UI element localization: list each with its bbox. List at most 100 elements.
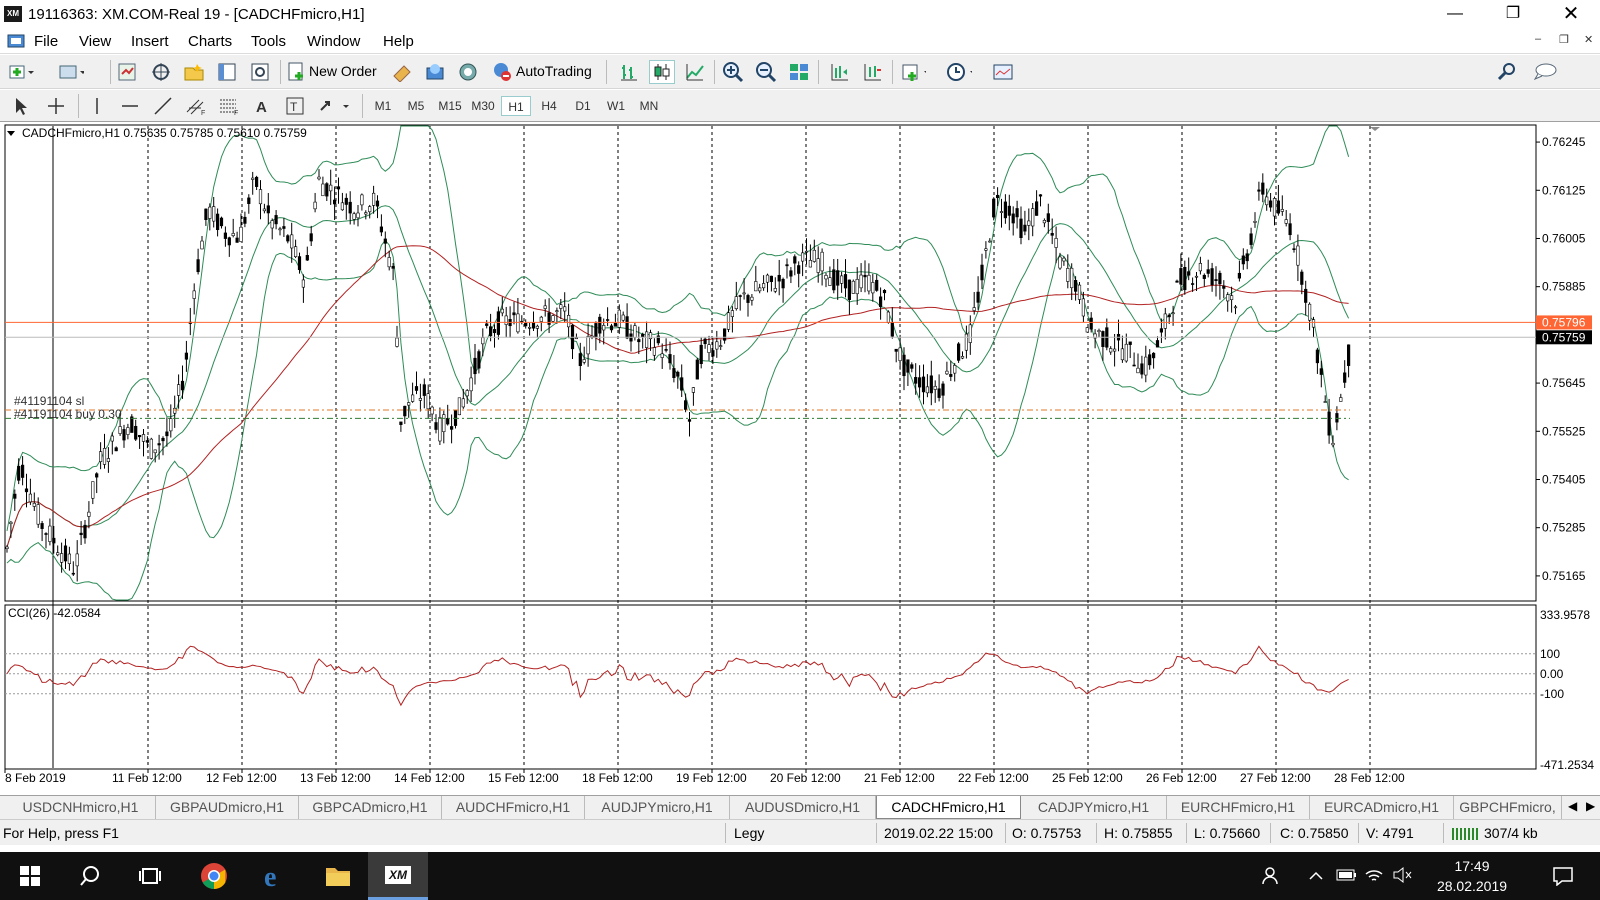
- tab-scroll-left-icon[interactable]: ◀: [1568, 799, 1577, 813]
- templates-icon[interactable]: [992, 60, 1018, 84]
- market-watch-icon[interactable]: [114, 60, 140, 84]
- taskbar-time[interactable]: 17:49: [1442, 858, 1502, 874]
- wifi-icon[interactable]: [1364, 866, 1384, 887]
- tab-audjpymicro[interactable]: AUDJPYmicro,H1: [585, 796, 730, 819]
- mdi-restore-icon[interactable]: ❐: [1559, 33, 1569, 46]
- chat-icon[interactable]: [1532, 60, 1558, 84]
- autotrading-button[interactable]: AutoTrading: [516, 63, 592, 79]
- chrome-icon[interactable]: [184, 852, 244, 900]
- candle-body: [769, 275, 773, 282]
- timeframe-w1[interactable]: W1: [601, 96, 631, 116]
- task-view-icon[interactable]: [120, 852, 180, 900]
- tab-gbpchfmicro[interactable]: GBPCHFmicro,: [1454, 796, 1562, 819]
- timeframe-mn[interactable]: MN: [634, 96, 664, 116]
- minimize-button[interactable]: —: [1432, 0, 1478, 29]
- menu-insert[interactable]: Insert: [131, 33, 169, 50]
- tab-gbpaudmicro[interactable]: GBPAUDmicro,H1: [156, 796, 299, 819]
- tray-chevron-up-icon[interactable]: [1308, 868, 1324, 884]
- channel-icon[interactable]: F: [183, 94, 209, 118]
- tab-eurchfmicro[interactable]: EURCHFmicro,H1: [1167, 796, 1310, 819]
- timeframe-d1[interactable]: D1: [568, 96, 598, 116]
- candle-body: [278, 228, 282, 231]
- timeframe-m15[interactable]: M15: [435, 96, 465, 116]
- tab-audusdmicro[interactable]: AUDUSDmicro,H1: [730, 796, 876, 819]
- candle-body: [317, 176, 321, 180]
- line-chart-icon[interactable]: [682, 60, 708, 84]
- candle-body: [941, 383, 945, 396]
- menu-file[interactable]: File: [34, 33, 58, 50]
- vertical-line-icon[interactable]: [84, 94, 110, 118]
- fibonacci-icon[interactable]: F: [216, 94, 242, 118]
- close-button[interactable]: ✕: [1548, 0, 1594, 29]
- market-icon[interactable]: [455, 60, 481, 84]
- text-icon[interactable]: A: [249, 94, 275, 118]
- mdi-close-icon[interactable]: ✕: [1584, 33, 1593, 46]
- candle-body: [945, 370, 949, 375]
- tab-gbpcadmicro[interactable]: GBPCADmicro,H1: [299, 796, 442, 819]
- edge-icon[interactable]: e: [246, 852, 306, 900]
- tab-cadjpymicro[interactable]: CADJPYmicro,H1: [1021, 796, 1167, 819]
- data-window-icon[interactable]: [148, 60, 174, 84]
- new-chart-icon[interactable]: [8, 60, 34, 84]
- signals-icon[interactable]: [422, 60, 448, 84]
- search-icon[interactable]: [1494, 60, 1520, 84]
- arrows-icon[interactable]: [315, 94, 355, 118]
- menu-view[interactable]: View: [79, 33, 111, 50]
- bar-chart-icon[interactable]: [616, 60, 642, 84]
- autotrading-icon[interactable]: [488, 60, 514, 84]
- tab-eurcadmicro[interactable]: EURCADmicro,H1: [1310, 796, 1454, 819]
- menu-window[interactable]: Window: [307, 33, 360, 50]
- mdi-minimize-icon[interactable]: –: [1535, 33, 1541, 45]
- people-icon[interactable]: [1262, 866, 1282, 889]
- tab-cadchfmicro[interactable]: CADCHFmicro,H1: [876, 796, 1021, 819]
- strategy-tester-icon[interactable]: [247, 60, 273, 84]
- file-explorer-icon[interactable]: [308, 852, 368, 900]
- chart-shift-icon[interactable]: [826, 60, 852, 84]
- menu-charts[interactable]: Charts: [188, 33, 232, 50]
- new-order-icon[interactable]: [284, 60, 310, 84]
- battery-icon[interactable]: [1336, 868, 1358, 885]
- tab-scroll-right-icon[interactable]: ▶: [1586, 799, 1595, 813]
- chart-window[interactable]: 0.76245 0.76125 0.76005 0.75885 0.75645 0.755…: [0, 123, 1600, 785]
- candle-body: [208, 206, 212, 219]
- profiles-icon[interactable]: [58, 60, 84, 84]
- menu-help[interactable]: Help: [383, 33, 414, 50]
- navigator-icon[interactable]: [181, 60, 207, 84]
- volume-muted-icon[interactable]: [1392, 866, 1412, 887]
- crosshair-icon[interactable]: [43, 94, 69, 118]
- tile-windows-icon[interactable]: [786, 60, 812, 84]
- tab-usdcnhmicro[interactable]: USDCNHmicro,H1: [6, 796, 156, 819]
- terminal-icon[interactable]: [214, 60, 240, 84]
- candle-body: [309, 233, 313, 242]
- menu-tools[interactable]: Tools: [251, 33, 286, 50]
- timeframe-m30[interactable]: M30: [468, 96, 498, 116]
- periods-icon[interactable]: [946, 60, 972, 84]
- zoom-in-icon[interactable]: [720, 60, 746, 84]
- auto-scroll-icon[interactable]: [859, 60, 885, 84]
- maximize-button[interactable]: ❐: [1490, 0, 1536, 29]
- cursor-icon[interactable]: [8, 94, 34, 118]
- windows-start-icon[interactable]: [0, 852, 60, 900]
- horizontal-line-icon[interactable]: [117, 94, 143, 118]
- connection-icon[interactable]: [1451, 825, 1481, 844]
- zoom-out-icon[interactable]: [753, 60, 779, 84]
- new-order-button[interactable]: New Order: [309, 63, 377, 79]
- price-label: 0.76005: [1542, 231, 1586, 245]
- xm-taskbar-icon[interactable]: XM: [368, 852, 428, 900]
- tab-audchfmicro[interactable]: AUDCHFmicro,H1: [442, 796, 585, 819]
- metaeditor-icon[interactable]: [389, 60, 415, 84]
- timeframe-m5[interactable]: M5: [401, 96, 431, 116]
- price-chart[interactable]: 0.76245 0.76125 0.76005 0.75885 0.75645 0.755…: [0, 123, 1600, 785]
- timeframe-h1[interactable]: H1: [501, 96, 531, 116]
- taskbar-date[interactable]: 28.02.2019: [1430, 878, 1514, 894]
- candlestick-chart-icon[interactable]: [649, 60, 675, 84]
- timeframe-h4[interactable]: H4: [534, 96, 564, 116]
- candle-body: [605, 319, 610, 321]
- trendline-icon[interactable]: [150, 94, 176, 118]
- text-label-icon[interactable]: T: [282, 94, 308, 118]
- action-center-icon[interactable]: [1552, 866, 1574, 889]
- indicators-icon[interactable]: [900, 60, 926, 84]
- search-taskbar-icon[interactable]: [60, 852, 120, 900]
- timeframe-m1[interactable]: M1: [368, 96, 398, 116]
- candle-body: [118, 426, 122, 434]
